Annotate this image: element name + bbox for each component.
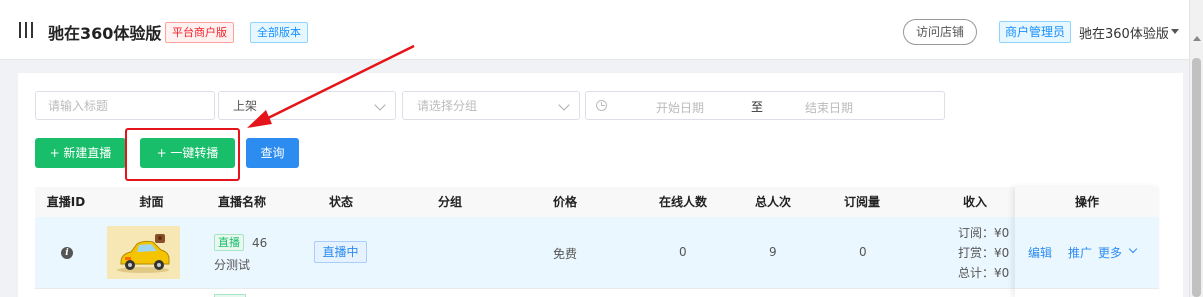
status-select-value: 上架: [233, 99, 258, 113]
chevron-down-icon: [374, 99, 386, 111]
page-scrollbar[interactable]: [1189, 0, 1203, 297]
income-cell: 订阅：¥0 打赏：¥0 总计：¥0: [958, 222, 1015, 282]
income-subscribe: 订阅：¥0: [958, 226, 1010, 240]
total-visits-cell: 9: [769, 245, 777, 259]
title-search-input[interactable]: [36, 92, 214, 119]
date-range-picker[interactable]: 开始日期 至 结束日期: [585, 91, 945, 120]
chevron-down-icon: [558, 99, 570, 111]
query-button[interactable]: 查询: [246, 138, 299, 168]
col-income: 收入: [962, 195, 987, 209]
status-badge: 直播中: [314, 241, 367, 263]
table-header: 直播ID 封面 直播名称 状态 分组 价格 在线人数 总人次 订阅量 收入 操作: [35, 187, 1159, 217]
new-live-button[interactable]: + 新建直播: [35, 138, 126, 168]
shop-title: 驰在360体验版: [48, 24, 162, 43]
clock-icon: [596, 100, 607, 111]
caret-down-icon[interactable]: [1171, 29, 1179, 34]
col-status: 状态: [328, 195, 353, 209]
annotation-highlight-box: [125, 128, 240, 181]
subscriptions-cell: 0: [859, 245, 867, 259]
live-type-badge: 直播: [214, 234, 244, 251]
status-select[interactable]: 上架: [218, 91, 396, 120]
actions-column-shadow: [1015, 187, 1159, 297]
scrollbar-thumb[interactable]: [1192, 58, 1201, 297]
scroll-up-arrow-icon[interactable]: [1193, 36, 1201, 41]
user-menu[interactable]: 驰在360体验版: [1079, 23, 1169, 42]
live-name-line2: 分测试: [214, 258, 251, 272]
col-group: 分组: [437, 195, 462, 209]
income-reward: 打赏：¥0: [958, 246, 1010, 260]
edit-link[interactable]: 编辑: [1028, 244, 1052, 261]
cover-image: [107, 226, 180, 279]
col-price: 价格: [552, 195, 577, 209]
group-select[interactable]: 请选择分组: [402, 91, 580, 120]
promote-link[interactable]: 推广: [1068, 244, 1092, 261]
col-cover: 封面: [139, 195, 164, 209]
col-online-count: 在线人数: [658, 195, 707, 209]
col-live-name: 直播名称: [217, 195, 266, 209]
end-date-input[interactable]: 结束日期: [805, 99, 853, 116]
info-icon[interactable]: i: [61, 247, 73, 259]
price-cell: 免费: [553, 247, 578, 261]
version-tag: 全部版本: [250, 22, 308, 43]
live-name-line1: 46: [252, 236, 268, 250]
col-total-visits: 总人次: [754, 195, 791, 209]
role-badge: 商户管理员: [999, 21, 1072, 43]
income-total: 总计：¥0: [958, 266, 1010, 280]
col-live-id: 直播ID: [46, 195, 86, 209]
online-count-cell: 0: [679, 245, 687, 259]
menu-toggle-icon[interactable]: [19, 22, 33, 38]
top-header: 驰在360体验版 平台商户版 全部版本 访问店铺 商户管理员 驰在360体验版: [0, 0, 1203, 60]
car-cover-illustration: [117, 234, 170, 273]
platform-merchant-tag: 平台商户版: [165, 22, 234, 43]
col-subscriptions: 订阅量: [843, 195, 880, 209]
date-range-separator: 至: [751, 100, 764, 114]
group-select-placeholder: 请选择分组: [417, 99, 478, 113]
title-search-field[interactable]: [35, 91, 215, 120]
visit-store-button[interactable]: 访问店铺: [903, 19, 977, 45]
start-date-input[interactable]: 开始日期: [656, 99, 704, 116]
more-dropdown[interactable]: 更多: [1098, 244, 1122, 261]
